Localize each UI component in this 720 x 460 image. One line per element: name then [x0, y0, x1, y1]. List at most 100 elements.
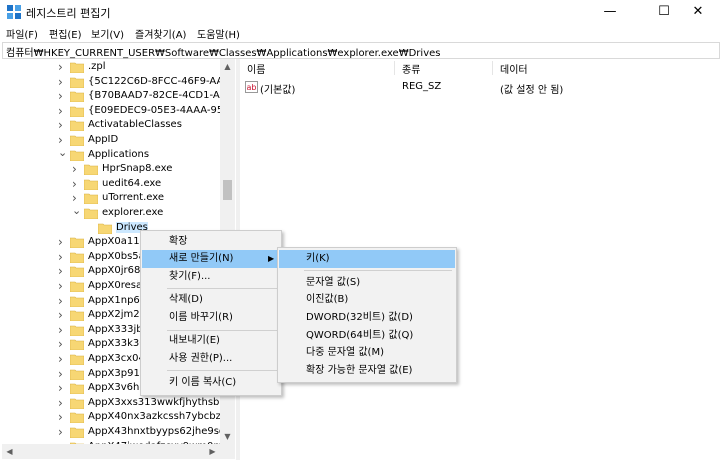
new-submenu: 키(K) 문자열 값(S) 이진값(B) DWORD(32비트) 값(D) QW…: [277, 247, 457, 383]
column-divider[interactable]: [492, 61, 493, 75]
chevron-right-icon[interactable]: ›: [58, 337, 68, 351]
menu-separator: [167, 288, 277, 289]
folder-icon: [70, 62, 84, 73]
tree-item-label: {E09EDEC9-05E3-4AAA-9554-: [88, 104, 235, 116]
chevron-right-icon[interactable]: ›: [58, 235, 68, 249]
submenu-item-binary-value[interactable]: 이진값(B): [278, 291, 456, 309]
menu-separator: [304, 270, 452, 271]
tree-item[interactable]: › {5C122C6D-8FCC-46F9-AAB7: [58, 75, 235, 90]
tree-item-label: .zpl: [88, 61, 106, 72]
tree-item[interactable]: › uTorrent.exe: [72, 191, 235, 206]
chevron-right-icon[interactable]: ›: [58, 264, 68, 278]
submenu-item-expandable-string-value[interactable]: 확장 가능한 문자열 값(E): [278, 362, 456, 380]
chevron-right-icon[interactable]: ›: [58, 308, 68, 322]
column-header-type[interactable]: 종류: [402, 61, 420, 76]
menu-view[interactable]: 보기(V): [91, 26, 124, 41]
menu-item-find[interactable]: 찾기(F)...: [141, 268, 281, 286]
window-title: 레지스트리 편집기: [26, 7, 111, 20]
tree-item[interactable]: › AppID: [58, 133, 235, 148]
chevron-right-icon[interactable]: ›: [58, 396, 68, 410]
column-header-name[interactable]: 이름: [247, 61, 265, 76]
chevron-down-icon[interactable]: ⌄: [58, 147, 68, 158]
folder-icon: [70, 91, 84, 103]
tree-item-label: explorer.exe: [102, 207, 164, 218]
folder-icon: [70, 369, 84, 380]
tree-item-label: ActivatableClasses: [88, 119, 182, 131]
menu-item-export[interactable]: 내보내기(E): [141, 332, 281, 350]
menu-separator: [167, 330, 277, 331]
menu-item-delete[interactable]: 삭제(D): [141, 291, 281, 309]
menu-edit[interactable]: 편집(E): [49, 26, 82, 41]
chevron-right-icon[interactable]: ›: [58, 294, 68, 308]
string-value-icon: ab: [245, 81, 258, 93]
chevron-right-icon[interactable]: ›: [58, 75, 68, 89]
menu-file[interactable]: 파일(F): [6, 26, 38, 41]
tree-item[interactable]: › AppX43hnxtbyyps62jhe9sqpdz: [58, 425, 235, 440]
tree-item[interactable]: › uedit64.exe: [72, 177, 235, 192]
close-button[interactable]: ✕: [676, 0, 720, 24]
menu-item-new[interactable]: 새로 만들기(N) ▶: [142, 250, 280, 268]
tree-horizontal-scrollbar[interactable]: ◀ ▶: [2, 444, 235, 459]
scroll-right-arrow-icon[interactable]: ▶: [205, 444, 220, 459]
submenu-item-qword-value[interactable]: QWORD(64비트) 값(Q): [278, 327, 456, 345]
chevron-right-icon[interactable]: ›: [58, 60, 68, 74]
folder-icon: [84, 179, 98, 190]
folder-icon: [70, 150, 84, 161]
submenu-item-multi-string-value[interactable]: 다중 문자열 값(M): [278, 344, 456, 362]
scroll-up-arrow-icon[interactable]: ▲: [220, 59, 235, 74]
address-path[interactable]: 컴퓨터₩HKEY_CURRENT_USER₩Software₩Classes₩A…: [6, 44, 440, 59]
chevron-right-icon[interactable]: ›: [58, 118, 68, 132]
menu-favorites[interactable]: 즐겨찾기(A): [135, 26, 186, 41]
chevron-right-icon[interactable]: ›: [58, 133, 68, 147]
minimize-button[interactable]: —: [588, 0, 632, 24]
menu-help[interactable]: 도움말(H): [197, 26, 240, 41]
chevron-right-icon[interactable]: ›: [58, 104, 68, 118]
menu-item-permissions[interactable]: 사용 권한(P)...: [141, 350, 281, 368]
chevron-right-icon[interactable]: ›: [58, 367, 68, 381]
chevron-right-icon[interactable]: ›: [58, 89, 68, 103]
folder-icon: [70, 398, 84, 409]
svg-text:ab: ab: [247, 83, 257, 92]
tree-item[interactable]: › HprSnap8.exe: [72, 162, 235, 177]
scroll-thumb[interactable]: [223, 180, 232, 200]
chevron-right-icon[interactable]: ›: [58, 250, 68, 264]
folder-icon: [70, 310, 84, 322]
chevron-right-icon[interactable]: ›: [58, 352, 68, 366]
tree-item[interactable]: › AppX3xxs313wwkfjhythsb8q4: [58, 396, 235, 411]
scroll-left-arrow-icon[interactable]: ◀: [2, 444, 17, 459]
folder-icon: [70, 77, 84, 88]
tree-item[interactable]: ⌄ Applications: [58, 147, 235, 163]
menu-bar: 파일(F) 편집(E) 보기(V) 즐겨찾기(A) 도움말(H): [0, 24, 720, 41]
tree-item[interactable]: › .zpl: [58, 60, 235, 75]
chevron-right-icon[interactable]: ›: [58, 279, 68, 293]
tree-item-label: Applications: [88, 148, 150, 160]
chevron-right-icon[interactable]: ›: [58, 425, 68, 439]
column-header-data[interactable]: 데이터: [500, 61, 528, 76]
tree-item[interactable]: ⌄ explorer.exe: [72, 205, 235, 221]
tree-item[interactable]: › {B70BAAD7-82CE-4CD1-A486: [58, 89, 235, 104]
chevron-right-icon[interactable]: ›: [72, 162, 82, 176]
chevron-right-icon[interactable]: ›: [58, 381, 68, 395]
folder-icon: [70, 121, 84, 132]
menu-item-rename[interactable]: 이름 바꾸기(R): [141, 309, 281, 327]
submenu-item-dword-value[interactable]: DWORD(32비트) 값(D): [278, 309, 456, 327]
tree-item[interactable]: › AppX40nx3azkcssh7ybcbzzjpg: [58, 410, 235, 425]
chevron-down-icon[interactable]: ⌄: [72, 205, 82, 216]
list-item[interactable]: ab (기본값) REG_SZ (값 설정 안 됨): [240, 79, 710, 96]
submenu-item-key[interactable]: 키(K): [279, 250, 455, 268]
scroll-down-arrow-icon[interactable]: ▼: [220, 429, 235, 444]
menu-item-copy-key-name[interactable]: 키 이름 복사(C): [141, 374, 281, 392]
submenu-item-string-value[interactable]: 문자열 값(S): [278, 274, 456, 292]
folder-icon: [70, 383, 84, 395]
tree-item[interactable]: › ActivatableClasses: [58, 118, 235, 133]
registry-editor-icon: [7, 5, 21, 19]
chevron-right-icon[interactable]: ›: [58, 410, 68, 424]
chevron-right-icon[interactable]: ›: [58, 323, 68, 337]
column-divider[interactable]: [394, 61, 395, 75]
chevron-right-icon[interactable]: ›: [72, 177, 82, 191]
folder-icon: [84, 164, 98, 176]
menu-item-expand[interactable]: 확장: [141, 233, 281, 251]
tree-item[interactable]: › {E09EDEC9-05E3-4AAA-9554-: [58, 104, 235, 119]
address-bar[interactable]: 컴퓨터₩HKEY_CURRENT_USER₩Software₩Classes₩A…: [2, 42, 720, 59]
title-bar: 레지스트리 편집기 — ☐ ✕: [0, 0, 720, 24]
